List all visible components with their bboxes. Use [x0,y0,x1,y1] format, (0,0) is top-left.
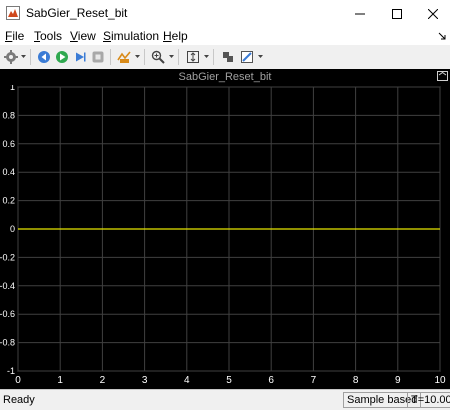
scope-title: SabGier_Reset_bit [178,71,272,83]
y-tick-label: -0.4 [0,281,15,291]
x-tick-label: 10 [434,375,446,386]
menu-view-mnemonic: V [70,29,78,43]
y-tick-label: 0.8 [2,110,15,120]
scope-plot[interactable]: 0 1 2 3 4 5 6 7 8 9 10 1 0.8 0.6 0.4 0.2 0 -0.2 -0.4 -0.6 -0… [0,82,450,389]
y-tick-label: 0.2 [2,196,15,206]
y-tick-label: -0.8 [0,338,15,348]
toolbar-separator [30,49,31,65]
close-button[interactable] [416,0,450,27]
x-tick-label: 9 [395,375,401,386]
x-tick-label: 6 [268,375,274,386]
autoscale-button[interactable] [184,48,202,66]
settings-icon [4,50,18,64]
step-forward-button[interactable] [71,48,89,66]
x-tick-label: 2 [100,375,106,386]
style-icon [241,51,253,63]
y-tick-label: 0.4 [2,167,15,177]
close-icon [428,8,438,19]
stop-icon [92,51,104,63]
stop-button[interactable] [89,48,107,66]
x-tick-label: 3 [142,375,148,386]
window-title: SabGier_Reset_bit [26,6,128,20]
zoom-icon [151,50,165,64]
menu-simulation-label: imulation [111,29,160,43]
menu-simulation-mnemonic: S [103,29,112,43]
cursor-measure-button[interactable] [219,48,237,66]
cursor-measure-icon [223,52,233,62]
menu-help-label: elp [171,29,188,43]
menu-help[interactable]: Help [163,29,188,43]
y-tick-label: -0.2 [0,252,15,262]
y-tick-label: -1 [7,366,15,376]
autoscale-icon [187,51,199,63]
x-tick-label: 4 [184,375,190,386]
menu-view[interactable]: View [70,29,96,43]
maximize-button[interactable] [380,0,414,27]
title-bar: SabGier_Reset_bit [0,0,450,27]
run-button[interactable] [53,48,71,66]
pin-icon[interactable] [438,32,446,40]
scope-display: 0 1 2 3 4 5 6 7 8 9 10 1 0.8 0.6 0.4 0.2 0 -0.2 -0.4 -0.6 -0… [0,82,450,389]
menu-bar: File Tools View Simulation Help [0,27,450,45]
y-tick-label: 1 [10,85,15,92]
run-icon [56,51,68,63]
minimize-button[interactable] [343,0,377,27]
x-tick-label: 7 [311,375,317,386]
highlight-block-button[interactable] [115,48,133,66]
x-tick-label: 8 [353,375,359,386]
menu-file-label: ile [12,29,25,43]
x-tick-label: 0 [15,375,21,386]
status-time: T=10.000 [407,392,450,408]
x-tick-label: 5 [226,375,232,386]
menu-simulation[interactable]: Simulation [103,29,159,43]
toolbar [0,45,450,70]
toolbar-separator [213,49,214,65]
step-forward-icon [76,52,86,62]
x-tick-label: 1 [57,375,63,386]
style-button[interactable] [238,48,256,66]
style-dropdown-icon[interactable] [258,54,263,60]
matlab-icon [6,6,20,20]
toolbar-separator [144,49,145,65]
menu-help-mnemonic: H [163,29,172,43]
toolbar-separator [178,49,179,65]
y-tick-label: 0 [10,224,15,234]
undock-icon[interactable] [437,71,448,81]
maximize-icon [392,8,402,19]
zoom-dropdown-icon[interactable] [169,54,174,60]
settings-dropdown-icon[interactable] [21,54,26,60]
menu-file[interactable]: File [5,29,24,43]
step-back-button[interactable] [35,48,53,66]
step-back-icon [38,51,50,63]
minimize-icon [355,13,365,14]
y-tick-label: 0.6 [2,139,15,149]
autoscale-dropdown-icon[interactable] [204,54,209,60]
menu-tools-label: ools [40,29,63,43]
highlight-block-icon [117,51,131,63]
menu-tools[interactable]: Tools [34,29,62,43]
toolbar-separator [110,49,111,65]
y-tick-label: -0.6 [0,309,15,319]
status-bar: Ready Sample based T=10.000 [0,389,450,410]
zoom-button[interactable] [149,48,167,66]
menu-view-label: iew [77,29,96,43]
status-ready: Ready [3,394,35,406]
highlight-dropdown-icon[interactable] [135,54,140,60]
settings-button[interactable] [2,48,20,66]
